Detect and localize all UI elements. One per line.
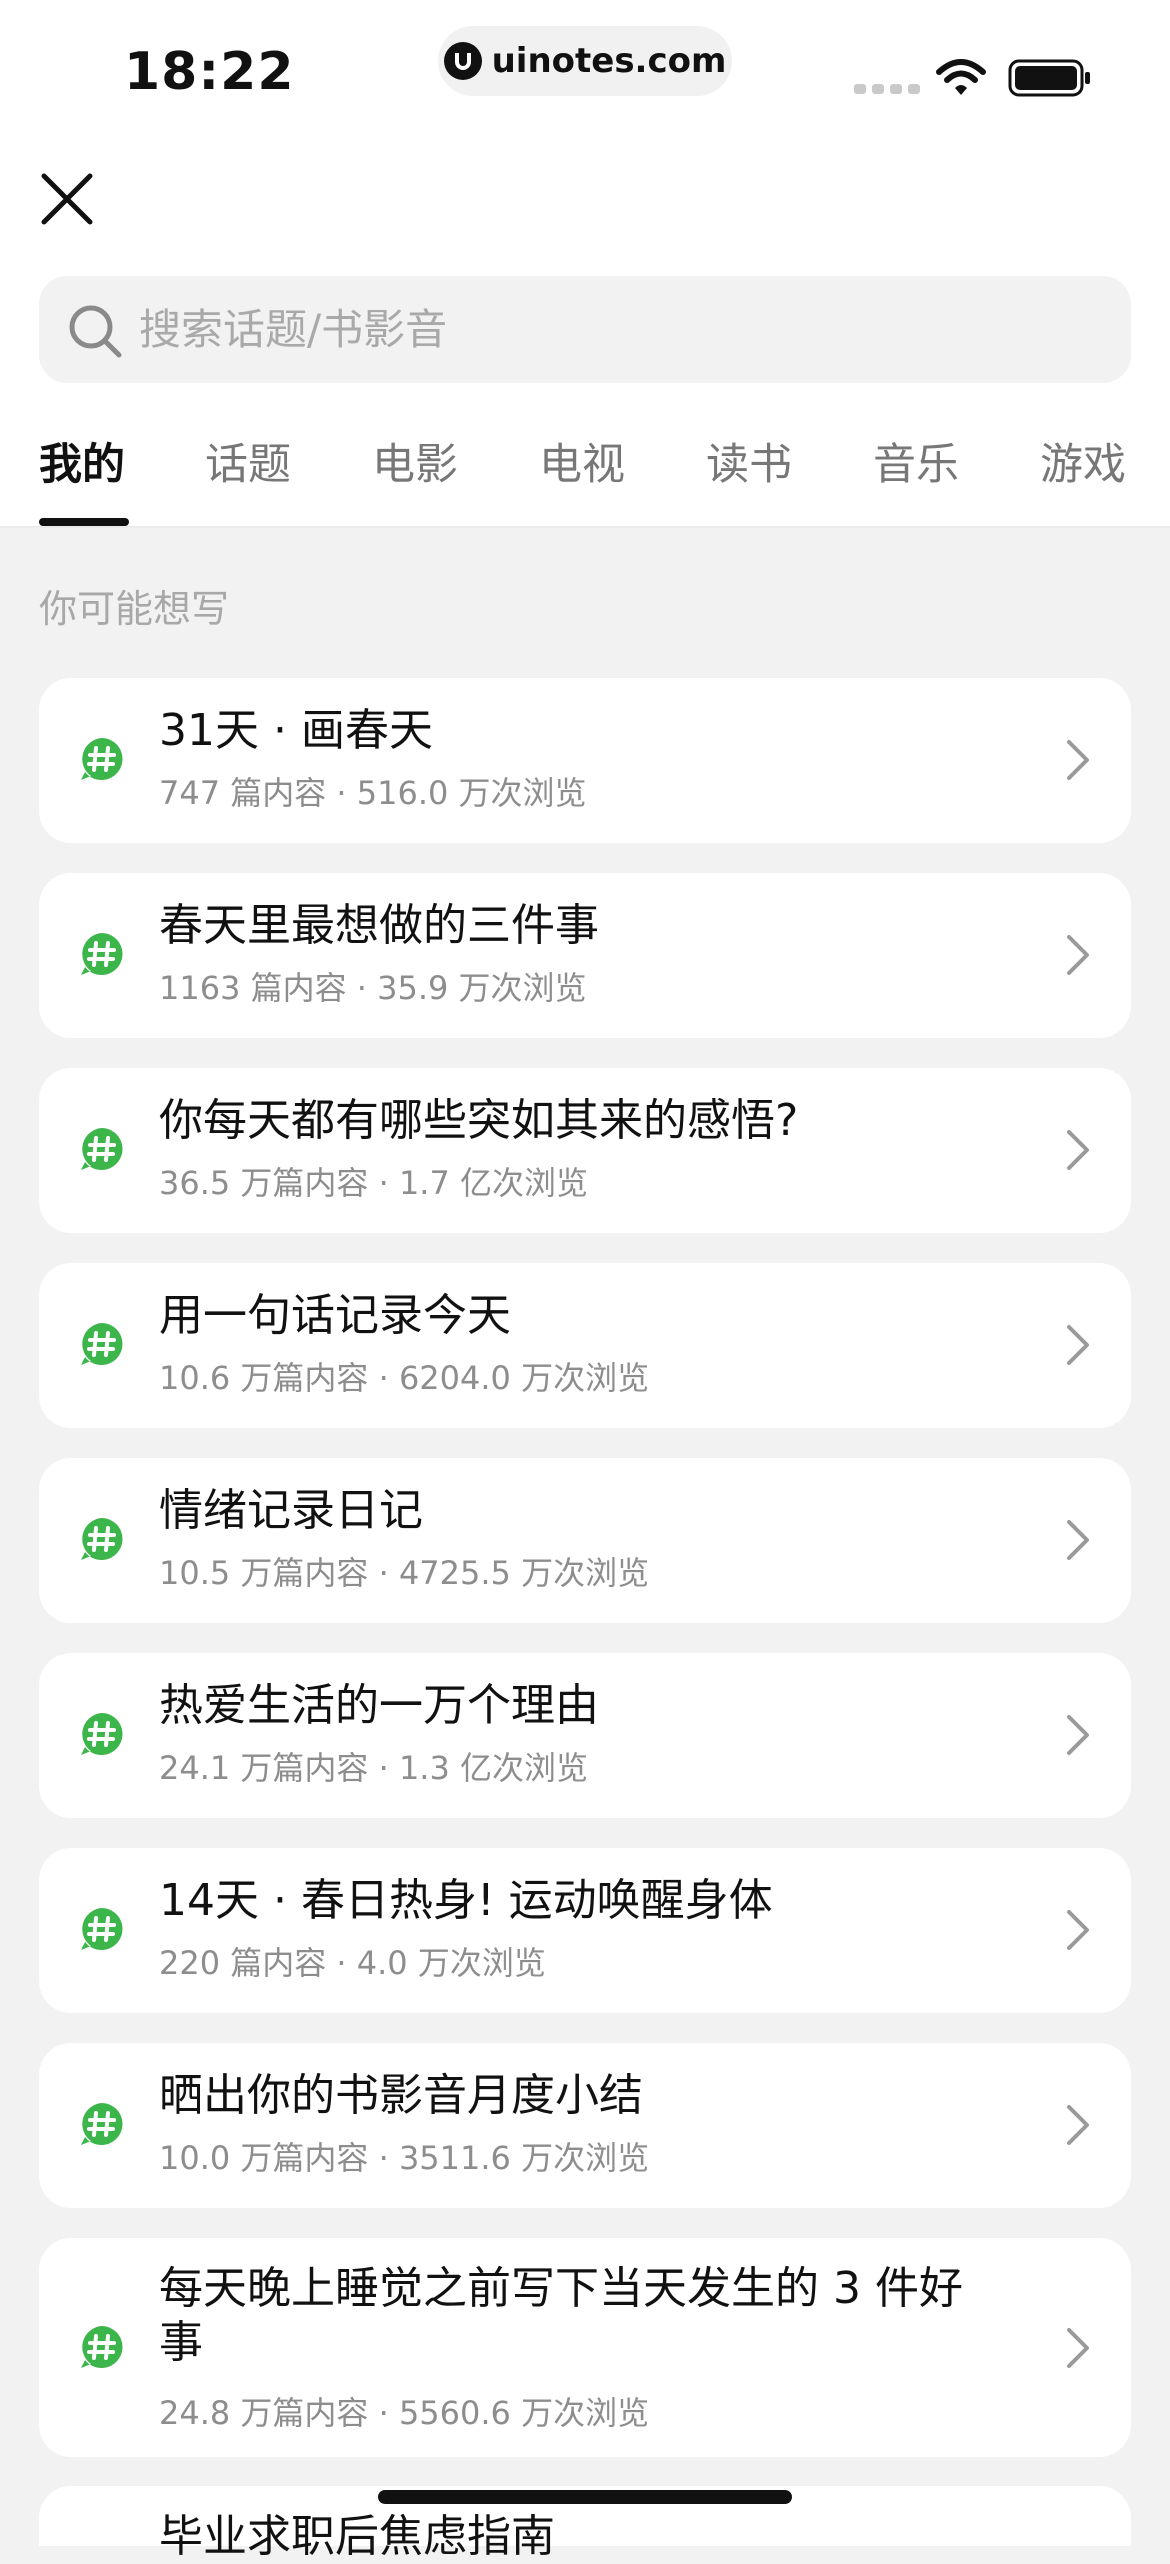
topic-title-partial: 毕业求职后焦虑指南 xyxy=(159,2511,555,2562)
chevron-right-icon xyxy=(1067,740,1089,780)
tab-tv[interactable]: 电视 xyxy=(539,430,625,492)
topic-hashtag-icon xyxy=(81,1713,123,1755)
topic-hashtag-icon xyxy=(81,1518,123,1560)
active-tab-indicator xyxy=(39,518,129,526)
topic-hashtag-icon xyxy=(81,738,123,780)
battery-icon xyxy=(1008,59,1090,97)
topic-hashtag-icon xyxy=(81,2326,123,2368)
topic-card[interactable]: 晒出你的书影音月度小结 10.0 万篇内容 · 3511.6 万次浏览 xyxy=(39,2043,1131,2208)
status-time: 18:22 xyxy=(124,42,295,102)
topic-title: 情绪记录日记 xyxy=(159,1485,423,1536)
topic-title: 晒出你的书影音月度小结 xyxy=(159,2070,643,2121)
topic-card[interactable]: 14天 · 春日热身! 运动唤醒身体 220 篇内容 · 4.0 万次浏览 xyxy=(39,1848,1131,2013)
chevron-right-icon xyxy=(1067,1715,1089,1755)
topic-card[interactable]: 每天晚上睡觉之前写下当天发生的 3 件好事 24.8 万篇内容 · 5560.6… xyxy=(39,2238,1131,2457)
topic-title: 用一句话记录今天 xyxy=(159,1290,511,1341)
topic-title: 14天 · 春日热身! 运动唤醒身体 xyxy=(159,1875,773,1926)
cellular-signal-icon xyxy=(854,84,920,94)
topic-card[interactable]: 热爱生活的一万个理由 24.1 万篇内容 · 1.3 亿次浏览 xyxy=(39,1653,1131,1818)
tab-games[interactable]: 游戏 xyxy=(1040,430,1126,492)
topic-hashtag-icon xyxy=(81,1323,123,1365)
tab-movies[interactable]: 电影 xyxy=(372,430,458,492)
chevron-right-icon xyxy=(1067,1520,1089,1560)
status-bar: 18:22 uinotes.com xyxy=(0,0,1170,130)
topic-meta: 24.8 万篇内容 · 5560.6 万次浏览 xyxy=(159,2394,650,2432)
topic-card[interactable]: 31天 · 画春天 747 篇内容 · 516.0 万次浏览 xyxy=(39,678,1131,843)
topic-card[interactable]: 你每天都有哪些突如其来的感悟? 36.5 万篇内容 · 1.7 亿次浏览 xyxy=(39,1068,1131,1233)
topic-title: 31天 · 画春天 xyxy=(159,705,433,756)
header-area: 18:22 uinotes.com 我的 话题 电影 xyxy=(0,0,1170,528)
topic-title: 春天里最想做的三件事 xyxy=(159,900,599,951)
topic-card[interactable]: 情绪记录日记 10.5 万篇内容 · 4725.5 万次浏览 xyxy=(39,1458,1131,1623)
search-icon xyxy=(69,305,122,358)
topic-meta: 747 篇内容 · 516.0 万次浏览 xyxy=(159,774,587,812)
topic-card[interactable]: 春天里最想做的三件事 1163 篇内容 · 35.9 万次浏览 xyxy=(39,873,1131,1038)
tabs-divider xyxy=(0,526,1170,528)
topic-meta: 24.1 万篇内容 · 1.3 亿次浏览 xyxy=(159,1749,589,1787)
topic-meta: 220 篇内容 · 4.0 万次浏览 xyxy=(159,1944,546,1982)
chevron-right-icon xyxy=(1067,935,1089,975)
topic-meta: 10.0 万篇内容 · 3511.6 万次浏览 xyxy=(159,2139,650,2177)
topic-title: 每天晚上睡觉之前写下当天发生的 3 件好事 xyxy=(159,2263,963,2368)
topic-meta: 36.5 万篇内容 · 1.7 亿次浏览 xyxy=(159,1164,589,1202)
tab-topics[interactable]: 话题 xyxy=(205,430,291,492)
home-indicator[interactable] xyxy=(378,2490,792,2504)
chevron-right-icon xyxy=(1067,1910,1089,1950)
tab-music[interactable]: 音乐 xyxy=(873,430,959,492)
close-icon[interactable] xyxy=(40,172,94,226)
topic-hashtag-icon xyxy=(81,1908,123,1950)
topic-card[interactable]: 用一句话记录今天 10.6 万篇内容 · 6204.0 万次浏览 xyxy=(39,1263,1131,1428)
topic-hashtag-icon xyxy=(81,2103,123,2145)
topic-title: 你每天都有哪些突如其来的感悟? xyxy=(159,1095,799,1146)
tab-bar: 我的 话题 电影 电视 读书 音乐 游戏 xyxy=(0,430,1170,528)
tab-books[interactable]: 读书 xyxy=(706,430,792,492)
chevron-right-icon xyxy=(1067,2328,1089,2368)
site-logo-icon xyxy=(443,42,482,80)
search-bar xyxy=(39,276,1131,383)
section-label: 你可能想写 xyxy=(39,587,230,631)
chevron-right-icon xyxy=(1067,1325,1089,1365)
topic-meta: 10.5 万篇内容 · 4725.5 万次浏览 xyxy=(159,1554,650,1592)
topic-meta: 10.6 万篇内容 · 6204.0 万次浏览 xyxy=(159,1359,650,1397)
chevron-right-icon xyxy=(1067,2105,1089,2145)
topic-list: 31天 · 画春天 747 篇内容 · 516.0 万次浏览 春天里最想做的三件… xyxy=(39,678,1131,2487)
url-text: uinotes.com xyxy=(491,41,727,81)
chevron-right-icon xyxy=(1067,1130,1089,1170)
url-pill[interactable]: uinotes.com xyxy=(438,26,732,96)
topic-hashtag-icon xyxy=(81,933,123,975)
tab-mine[interactable]: 我的 xyxy=(39,430,125,492)
topic-hashtag-icon xyxy=(81,1128,123,1170)
search-input[interactable] xyxy=(139,276,1099,383)
wifi-icon xyxy=(936,59,986,95)
topic-title: 热爱生活的一万个理由 xyxy=(159,1680,599,1731)
topic-meta: 1163 篇内容 · 35.9 万次浏览 xyxy=(159,969,587,1007)
